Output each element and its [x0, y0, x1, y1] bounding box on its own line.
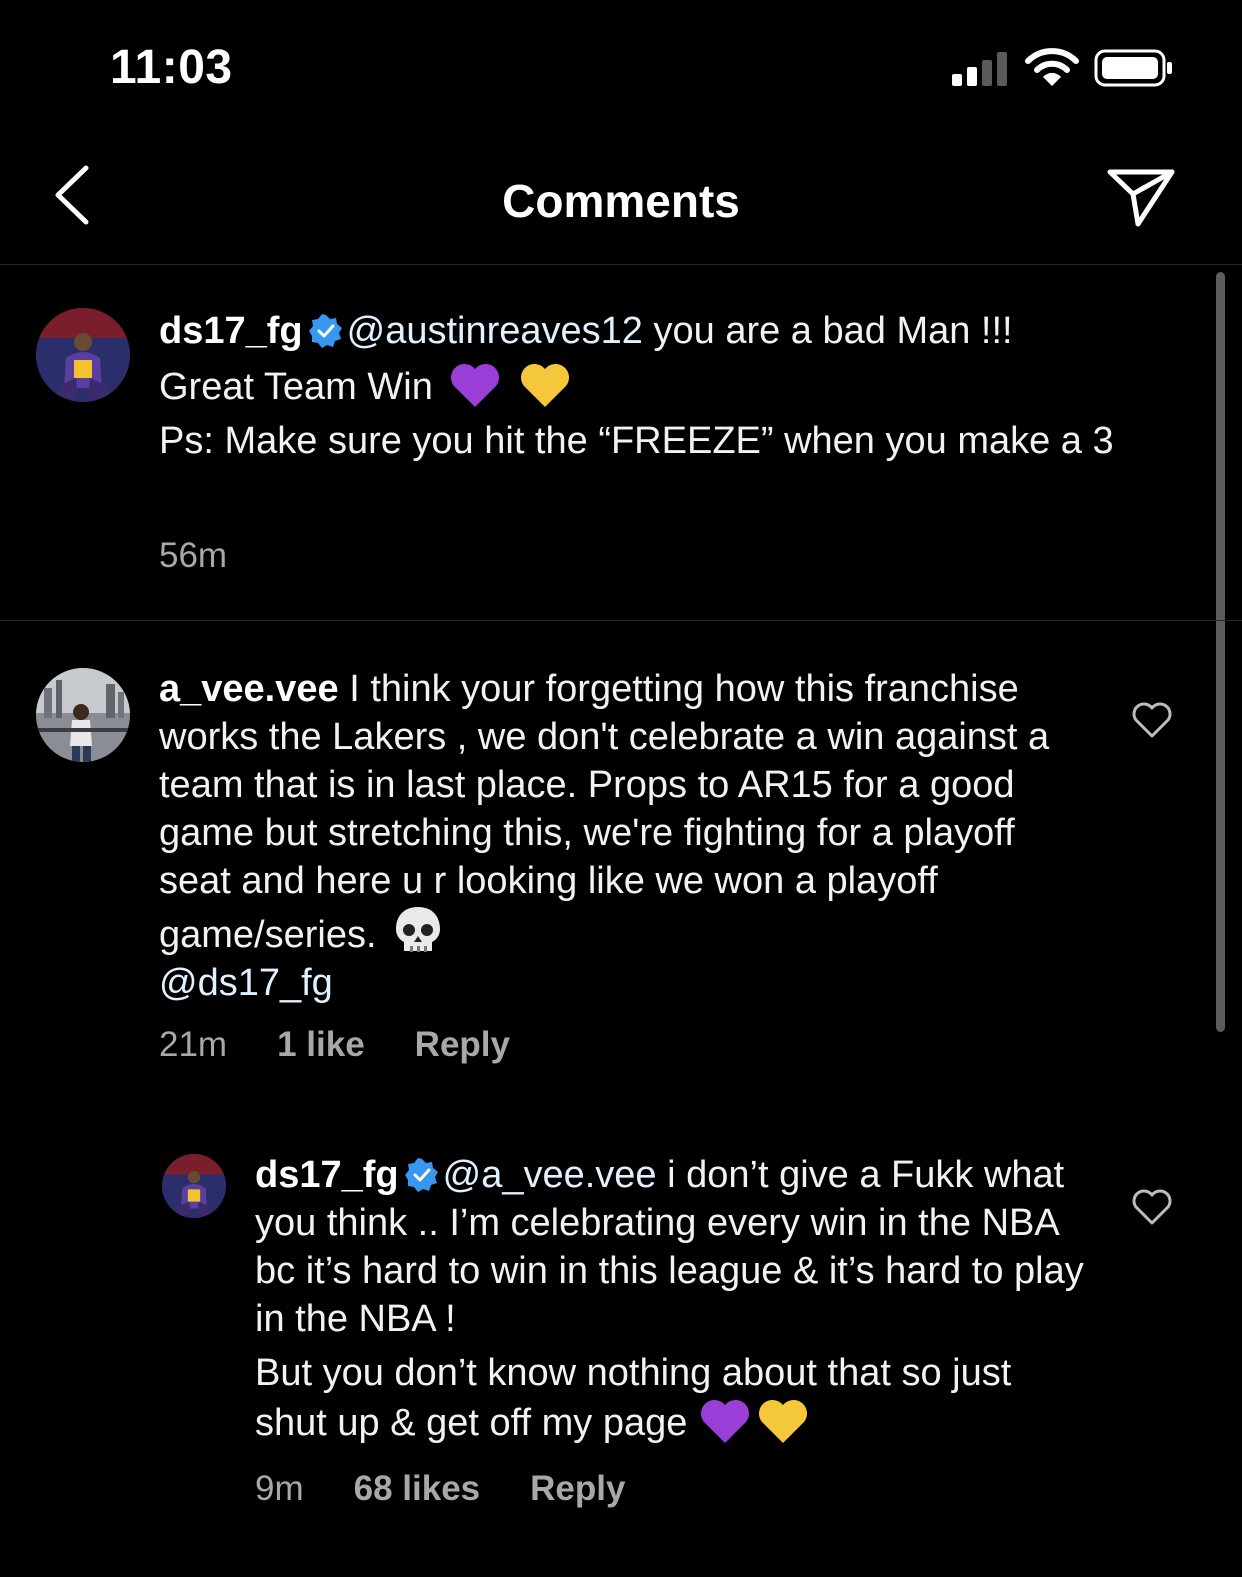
like-heart-icon[interactable]	[1131, 1189, 1173, 1227]
avatar[interactable]	[36, 308, 130, 402]
like-heart-icon[interactable]	[1131, 702, 1173, 740]
comment-meta: 9m 68 likes Reply	[255, 1469, 625, 1509]
scrollbar[interactable]	[1216, 272, 1225, 1032]
cellular-signal-icon	[952, 52, 1007, 86]
status-time: 11:03	[110, 41, 233, 94]
verified-badge-icon	[308, 314, 342, 348]
comment-text: you are a bad Man !!!	[642, 310, 1013, 352]
avatar[interactable]	[36, 668, 130, 762]
reply-button[interactable]: Reply	[415, 1025, 510, 1065]
yellow-heart-icon	[759, 1399, 808, 1443]
comment-timestamp: 21m	[159, 1025, 228, 1064]
comment-meta: 56m	[159, 536, 227, 576]
like-count[interactable]: 68 likes	[354, 1469, 481, 1509]
comment-text: I think your forgetting how this franchi…	[159, 668, 1050, 956]
yellow-heart-icon	[520, 363, 569, 407]
reply-button[interactable]: Reply	[530, 1469, 625, 1509]
purple-heart-icon	[450, 363, 499, 407]
page-title: Comments	[502, 175, 740, 227]
comment-body: a_vee.vee I think your forgetting how th…	[159, 665, 1079, 1007]
comment-mention[interactable]: @ds17_fg	[159, 962, 333, 1004]
comment-username[interactable]: ds17_fg	[159, 310, 303, 352]
comment-text-line: Great Team Win	[159, 366, 433, 408]
comments-header: Comments	[0, 140, 1242, 265]
status-bar: 11:03	[0, 0, 1242, 130]
comment-username[interactable]: a_vee.vee	[159, 668, 339, 710]
skull-icon	[395, 907, 440, 952]
comment-mention[interactable]: @austinreaves12	[347, 310, 643, 352]
wifi-icon	[1025, 48, 1079, 86]
divider	[0, 620, 1242, 621]
comment-mention[interactable]: @a_vee.vee	[443, 1154, 657, 1196]
comment-meta: 21m 1 like Reply	[159, 1025, 510, 1065]
comment-text-line: Ps: Make sure you hit the “FREEZE” when …	[159, 420, 1114, 462]
battery-icon	[1094, 49, 1172, 87]
direct-share-icon[interactable]	[1106, 164, 1176, 230]
comment-body: ds17_fg @austinreaves12 you are a bad Man…	[159, 307, 1199, 465]
comment-timestamp: 9m	[255, 1469, 304, 1508]
like-count[interactable]: 1 like	[277, 1025, 365, 1065]
verified-badge-icon	[404, 1158, 438, 1192]
avatar[interactable]	[162, 1154, 226, 1218]
comment-body: ds17_fg @a_vee.vee i don’t give a Fukk wh…	[255, 1151, 1085, 1447]
comment-username[interactable]: ds17_fg	[255, 1154, 399, 1196]
comment-timestamp: 56m	[159, 536, 228, 575]
comment-text-line: But you don’t know nothing about that so…	[255, 1352, 1012, 1444]
purple-heart-icon	[701, 1399, 750, 1443]
